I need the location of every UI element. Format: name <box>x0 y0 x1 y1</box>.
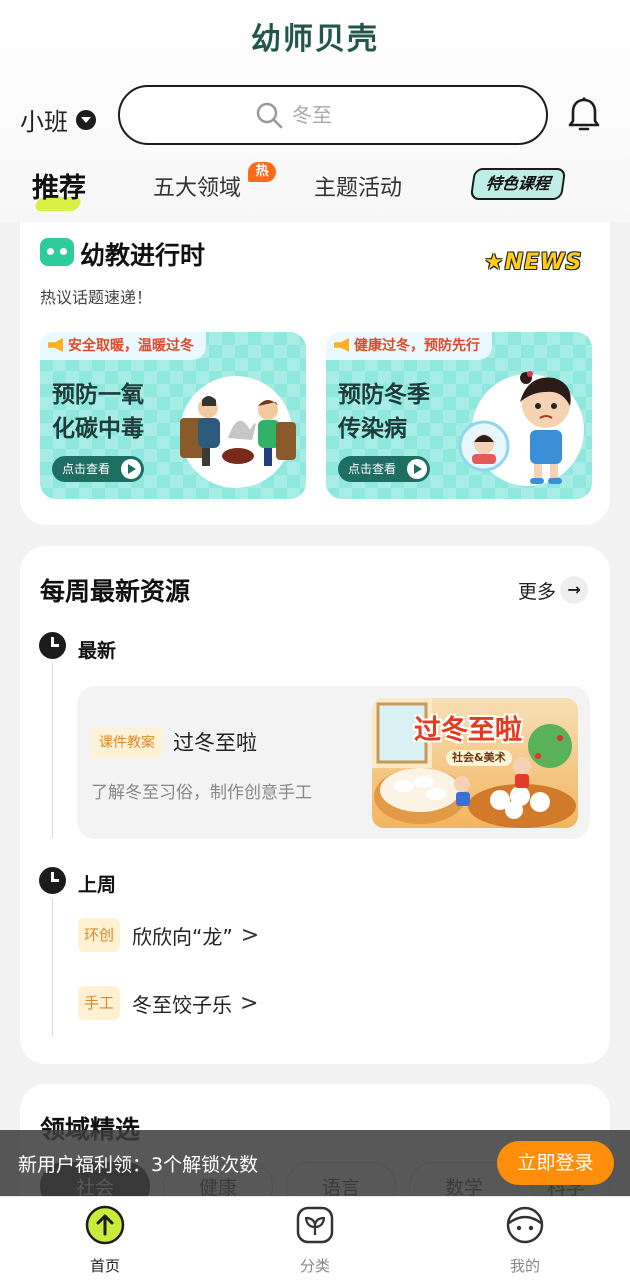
new-user-promo-bar: 新用户福利领：3个解锁次数 立即登录 <box>0 1130 630 1196</box>
news-subtitle: 热议话题速递！ <box>40 288 153 307</box>
weekly-section-title: 每周最新资源 <box>40 577 191 606</box>
weekly-resources-card: 每周最新资源 更多 → 最新 课件教案 过冬至啦 了解冬至习俗，制作创意手工 过… <box>20 546 610 1064</box>
timeline-label-lastweek: 上周 <box>78 874 117 896</box>
banner-co-poisoning[interactable]: 安全取暖，温暖过冬 预防一氧 化碳中毒 点击查看 <box>40 332 306 499</box>
item-title: 冬至饺子乐 <box>132 992 233 1017</box>
timeline-label-latest: 最新 <box>78 640 117 662</box>
robot-icon <box>40 238 74 266</box>
item-tag: 手工 <box>78 986 121 1020</box>
nav-label: 我的 <box>509 1257 540 1275</box>
thumbnail-subtitle: 社会&美术 <box>446 750 512 766</box>
search-input[interactable] <box>292 103 412 127</box>
nav-category[interactable]: 分类 <box>265 1205 365 1276</box>
timeline-line <box>52 898 53 1036</box>
chevron-right-icon: > <box>240 922 260 948</box>
bell-icon[interactable] <box>566 96 602 134</box>
nav-label: 分类 <box>299 1257 330 1275</box>
clock-icon <box>39 867 66 894</box>
tab-theme-activities[interactable]: 主题活动 <box>314 170 402 202</box>
heater-illustration <box>180 376 296 488</box>
arrow-right-icon: → <box>560 576 589 604</box>
more-button[interactable]: 更多 → <box>518 576 589 604</box>
hot-badge: 热 <box>248 162 276 182</box>
chevron-right-icon: > <box>240 990 259 1016</box>
category-icon <box>296 1206 334 1244</box>
star-icon: ★ <box>484 250 505 275</box>
tab-recommend[interactable]: 推荐 <box>32 166 86 205</box>
news-card: 幼教进行时 ★NEWS 热议话题速递！ 安全取暖，温暖过冬 预防一氧 化碳中毒 … <box>20 222 610 525</box>
banner-button-label: 点击查看 <box>62 462 111 476</box>
banner-view-button[interactable]: 点击查看 <box>338 456 430 482</box>
promo-text: 新用户福利领：3个解锁次数 <box>18 1154 259 1176</box>
timeline-line <box>52 662 53 838</box>
banner-tag: 安全取暖，温暖过冬 <box>40 332 206 360</box>
news-label: NEWS <box>504 250 583 275</box>
nav-label: 首页 <box>89 1257 120 1275</box>
profile-face-icon <box>506 1206 544 1244</box>
login-button[interactable]: 立即登录 <box>497 1141 614 1185</box>
app-logo: 幼师贝壳 <box>251 22 379 57</box>
lastweek-item[interactable]: 环创 欣欣向“龙” > <box>78 918 259 952</box>
search-bar[interactable] <box>118 85 548 145</box>
home-arrow-icon <box>85 1205 125 1245</box>
resource-thumbnail: 过冬至啦 社会&美术 <box>372 698 578 828</box>
resource-tag: 课件教案 <box>91 728 163 758</box>
banner-button-label: 点击查看 <box>348 462 397 476</box>
top-header: 幼师贝壳 小班 推荐 五大领域 主题活动 热 特色课程 <box>0 0 630 222</box>
nav-home[interactable]: 首页 <box>55 1205 155 1276</box>
megaphone-icon <box>334 338 349 352</box>
banner-winter-disease[interactable]: 健康过冬，预防先行 预防冬季 传染病 点击查看 <box>326 332 592 499</box>
thumbnail-title: 过冬至啦 <box>414 715 522 746</box>
class-select-label: 小班 <box>20 108 68 136</box>
chevron-down-icon <box>76 109 96 130</box>
play-icon <box>407 459 427 479</box>
news-section-title: 幼教进行时 <box>80 241 206 270</box>
more-label: 更多 <box>518 580 557 603</box>
item-title: 欣欣向“龙” <box>132 924 233 949</box>
nav-profile[interactable]: 我的 <box>475 1205 575 1276</box>
news-logo: ★NEWS <box>484 250 582 275</box>
banner-tag-text: 健康过冬，预防先行 <box>354 338 480 354</box>
resource-title: 过冬至啦 <box>173 731 257 755</box>
latest-resource-item[interactable]: 课件教案 过冬至啦 了解冬至习俗，制作创意手工 过冬至啦 社会&美术 <box>77 686 590 839</box>
banner-tag: 健康过冬，预防先行 <box>326 332 492 360</box>
tab-five-domains[interactable]: 五大领域 <box>153 170 241 202</box>
clock-icon <box>39 632 66 659</box>
banner-title: 预防一氧 化碳中毒 <box>52 382 144 442</box>
megaphone-icon <box>48 338 63 352</box>
item-tag: 环创 <box>78 918 121 952</box>
lastweek-item[interactable]: 手工 冬至饺子乐 > <box>78 986 258 1020</box>
banner-tag-text: 安全取暖，温暖过冬 <box>68 338 194 354</box>
banner-view-button[interactable]: 点击查看 <box>52 456 144 482</box>
search-icon <box>256 102 283 129</box>
resource-description: 了解冬至习俗，制作创意手工 <box>91 783 312 803</box>
class-selector[interactable]: 小班 <box>20 102 96 137</box>
bottom-nav: 首页 分类 我的 <box>0 1196 630 1280</box>
play-icon <box>121 459 141 479</box>
tab-special-courses[interactable]: 特色课程 <box>469 168 567 200</box>
banner-title: 预防冬季 传染病 <box>338 382 430 442</box>
sick-child-illustration <box>458 371 584 486</box>
